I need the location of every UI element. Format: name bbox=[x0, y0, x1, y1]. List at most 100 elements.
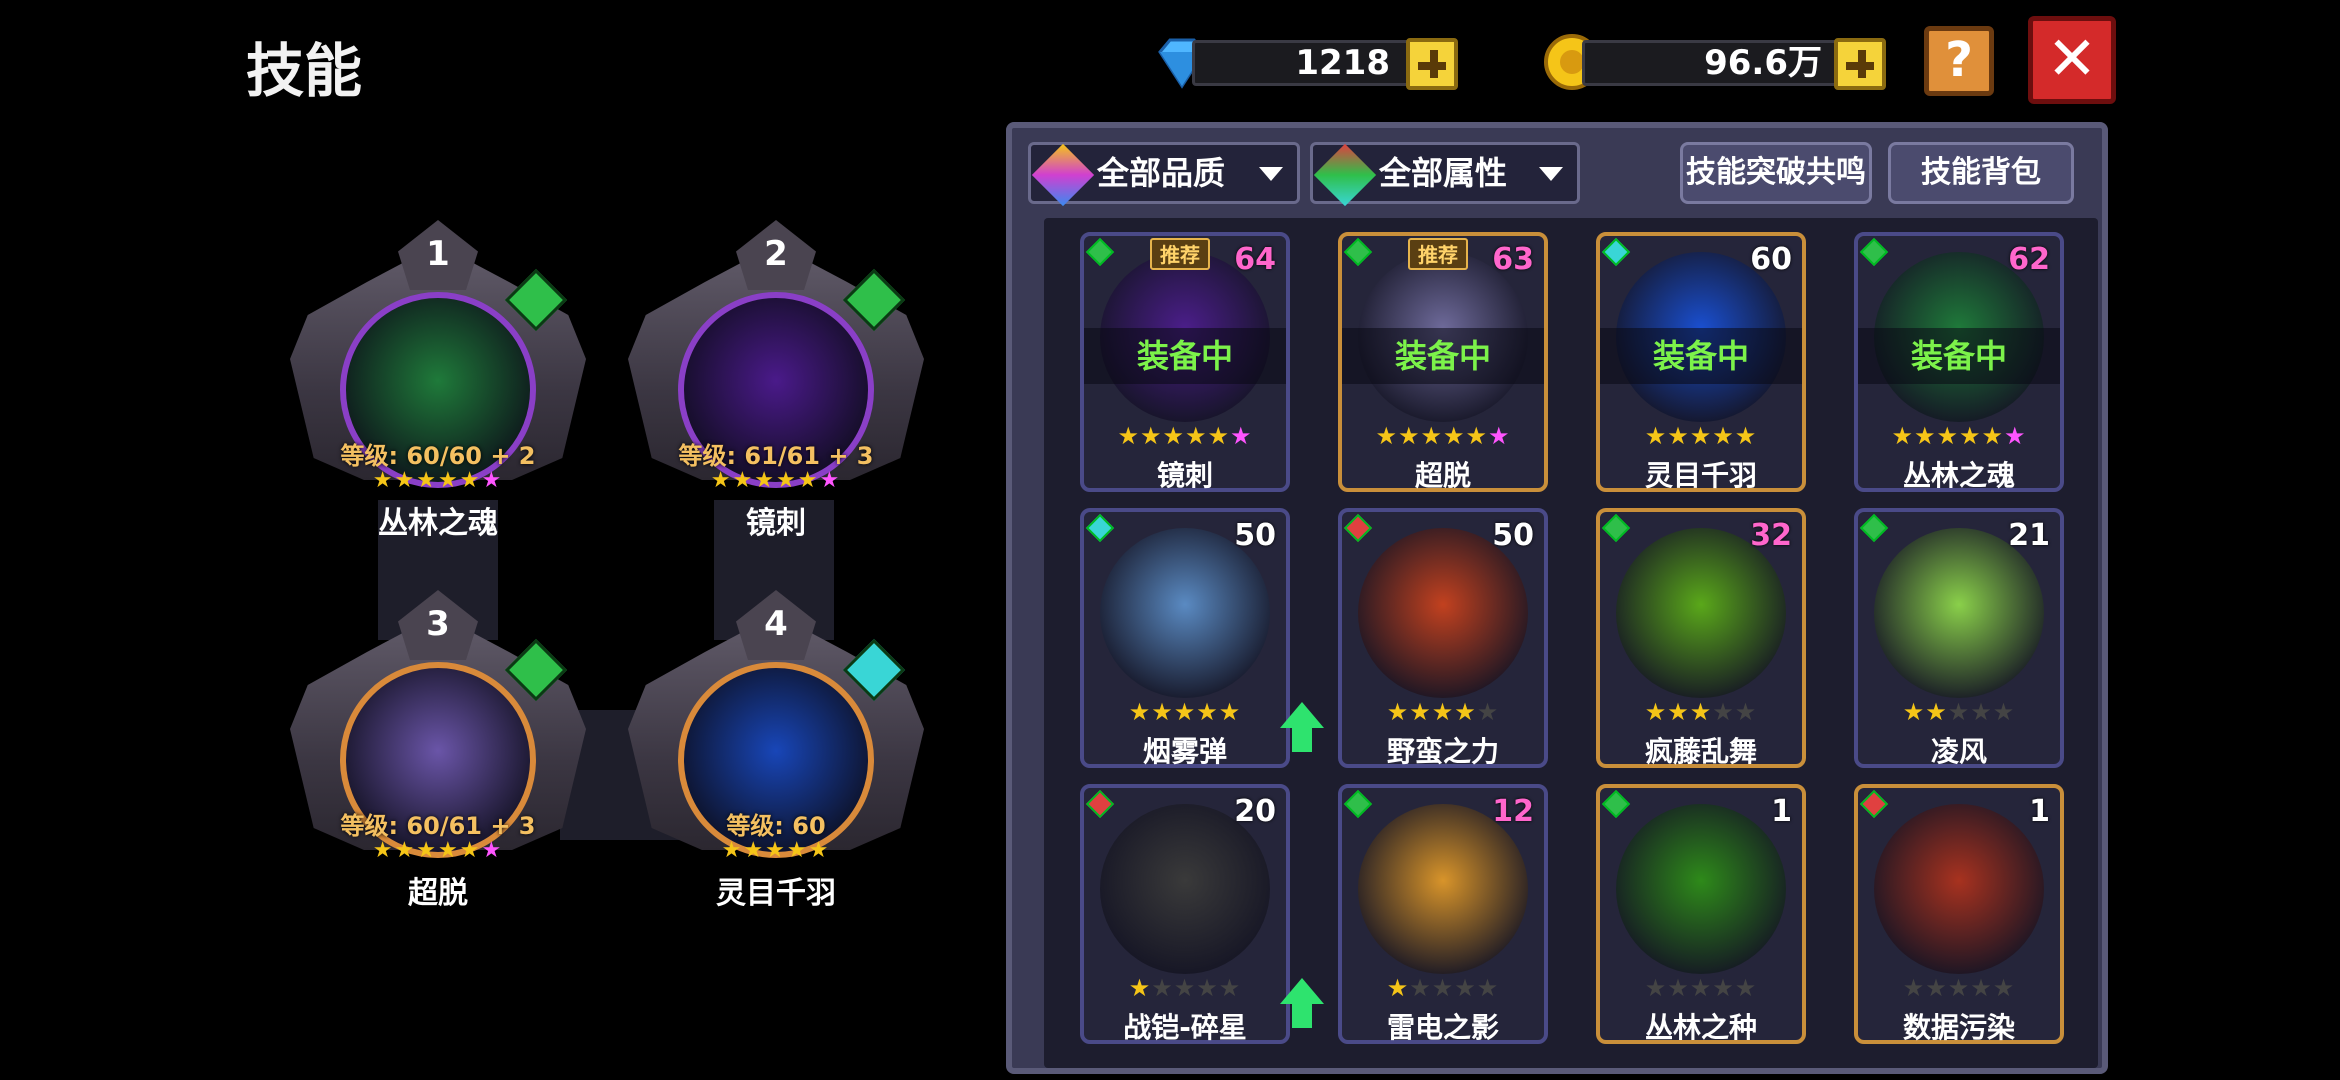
star-rating: ★★★★★ bbox=[1342, 698, 1544, 726]
star-icon: ★ bbox=[1162, 422, 1185, 450]
skill-art-icon bbox=[1100, 528, 1270, 698]
attribute-gem-icon bbox=[1085, 789, 1115, 819]
star-icon: ★ bbox=[1151, 698, 1174, 726]
star-icon: ★ bbox=[1454, 974, 1477, 1002]
skill-card[interactable]: 64 推荐 装备中 ★★★★★★ 镜刺 bbox=[1080, 232, 1290, 492]
attribute-gem-icon bbox=[1601, 237, 1631, 267]
upgrade-arrow-icon bbox=[1280, 702, 1324, 752]
attribute-filter-label: 全部属性 bbox=[1379, 154, 1508, 192]
star-rating: ★★★★★ bbox=[1600, 422, 1802, 450]
star-icon: ★ bbox=[416, 468, 438, 493]
attribute-gem-icon bbox=[1601, 513, 1631, 543]
star-icon: ★ bbox=[1689, 698, 1713, 726]
star-icon: ★ bbox=[481, 838, 504, 863]
star-icon: ★ bbox=[743, 838, 766, 863]
star-icon: ★ bbox=[459, 468, 482, 493]
star-icon: ★ bbox=[1936, 422, 1959, 450]
star-rating: ★★★★★★ bbox=[290, 838, 586, 863]
skill-bag-button[interactable]: 技能背包 bbox=[1888, 142, 2074, 204]
quality-filter-dropdown[interactable]: 全部品质 bbox=[1028, 142, 1300, 207]
close-button[interactable]: ✕ bbox=[2028, 16, 2116, 104]
star-icon: ★ bbox=[1476, 698, 1500, 726]
star-icon: ★ bbox=[1689, 422, 1713, 450]
skill-count: 62 bbox=[2008, 242, 2050, 277]
star-icon: ★ bbox=[1409, 698, 1432, 726]
attribute-gem-icon bbox=[1085, 237, 1115, 267]
star-icon: ★ bbox=[765, 838, 787, 863]
skill-name: 超脱 bbox=[408, 876, 468, 911]
skill-name: 战铠-碎星 bbox=[1123, 1011, 1247, 1044]
equipped-skill-slot[interactable]: 1 等级: 60/60 + 2 ★★★★★★ 丛林之魂 bbox=[290, 220, 586, 541]
star-icon: ★ bbox=[1891, 422, 1914, 450]
star-icon: ★ bbox=[416, 838, 438, 863]
skill-name: 超脱 bbox=[1414, 459, 1471, 492]
skill-name: 丛林之魂 bbox=[378, 506, 498, 541]
add-gems-button[interactable] bbox=[1406, 38, 1458, 90]
coin-amount: 96.6万 bbox=[1704, 43, 1822, 83]
star-icon: ★ bbox=[1667, 698, 1690, 726]
star-icon: ★ bbox=[1117, 422, 1140, 450]
attribute-gem-icon bbox=[1343, 789, 1373, 819]
quality-filter-label: 全部品质 bbox=[1097, 154, 1226, 192]
skill-name: 数据污染 bbox=[1902, 1011, 2015, 1044]
attribute-gem-icon bbox=[1343, 513, 1373, 543]
skill-name: 凌风 bbox=[1930, 735, 1987, 768]
skill-art-icon bbox=[1100, 804, 1270, 974]
equipped-skill-slot[interactable]: 4 等级: 60 ★★★★★ 灵目千羽 bbox=[628, 590, 924, 911]
star-icon: ★ bbox=[1386, 974, 1410, 1002]
gem-counter: 1218 bbox=[1152, 32, 1468, 92]
equipped-skill-slot[interactable]: 2 等级: 61/61 + 3 ★★★★★★ 镜刺 bbox=[628, 220, 924, 541]
skill-card[interactable]: 20 ★★★★★ 战铠-碎星 bbox=[1080, 784, 1290, 1044]
skill-card[interactable]: 62 装备中 ★★★★★★ 丛林之魂 bbox=[1854, 232, 2064, 492]
star-icon: ★ bbox=[1734, 422, 1758, 450]
skill-card[interactable]: 50 ★★★★★ 烟雾弹 bbox=[1080, 508, 1290, 768]
attribute-gem-icon bbox=[1085, 513, 1115, 543]
skill-card[interactable]: 60 装备中 ★★★★★ 灵目千羽 bbox=[1596, 232, 1806, 492]
star-icon: ★ bbox=[1734, 698, 1758, 726]
star-icon: ★ bbox=[786, 838, 809, 863]
star-icon: ★ bbox=[1207, 422, 1231, 450]
skill-card[interactable]: 32 ★★★★★ 疯藤乱舞 bbox=[1596, 508, 1806, 768]
skill-resonance-button[interactable]: 技能突破共鸣 bbox=[1680, 142, 1872, 204]
star-icon: ★ bbox=[1218, 974, 1242, 1002]
star-icon: ★ bbox=[1420, 422, 1443, 450]
star-icon: ★ bbox=[1488, 422, 1511, 450]
star-icon: ★ bbox=[1644, 698, 1668, 726]
attribute-gem-icon bbox=[1601, 789, 1631, 819]
star-icon: ★ bbox=[1397, 422, 1421, 450]
star-icon: ★ bbox=[1386, 698, 1410, 726]
star-icon: ★ bbox=[1947, 974, 1971, 1002]
star-icon: ★ bbox=[1992, 698, 2016, 726]
upgrade-arrow-icon bbox=[1280, 978, 1324, 1028]
star-rating: ★★★★★ bbox=[1084, 698, 1286, 726]
attribute-gem-icon bbox=[1859, 789, 1889, 819]
skill-card[interactable]: 1 ★★★★★ 数据污染 bbox=[1854, 784, 2064, 1044]
skill-count: 60 bbox=[1750, 242, 1792, 277]
skill-card[interactable]: 21 ★★★★★ 凌风 bbox=[1854, 508, 2064, 768]
attribute-filter-dropdown[interactable]: 全部属性 bbox=[1310, 142, 1580, 207]
skill-card[interactable]: 12 ★★★★★ 雷电之影 bbox=[1280, 784, 1548, 1044]
star-icon: ★ bbox=[372, 468, 395, 493]
skill-art-icon bbox=[1616, 528, 1786, 698]
star-icon: ★ bbox=[1712, 422, 1735, 450]
help-button[interactable]: ? bbox=[1924, 26, 1994, 96]
skill-card[interactable]: 63 推荐 装备中 ★★★★★★ 超脱 bbox=[1338, 232, 1548, 492]
star-rating: ★★★★★ bbox=[1600, 974, 1802, 1002]
star-icon: ★ bbox=[1667, 974, 1690, 1002]
star-icon: ★ bbox=[1409, 974, 1432, 1002]
star-icon: ★ bbox=[1667, 422, 1690, 450]
star-icon: ★ bbox=[1476, 974, 1500, 1002]
skill-level: 等级: 60/60 + 2 bbox=[340, 442, 536, 470]
skill-card[interactable]: 50 ★★★★★ 野蛮之力 bbox=[1280, 508, 1548, 768]
star-icon: ★ bbox=[394, 468, 417, 493]
add-coins-button[interactable] bbox=[1834, 38, 1886, 90]
skill-count: 64 bbox=[1234, 242, 1276, 277]
equipped-skill-slot[interactable]: 3 等级: 60/61 + 3 ★★★★★★ 超脱 bbox=[290, 590, 586, 911]
skill-name: 镜刺 bbox=[1156, 459, 1213, 492]
star-icon: ★ bbox=[1992, 974, 2016, 1002]
skill-card[interactable]: 1 ★★★★★ 丛林之种 bbox=[1596, 784, 1806, 1044]
star-icon: ★ bbox=[1925, 974, 1948, 1002]
coin-counter: 96.6万 bbox=[1542, 32, 1898, 92]
slot-number: 1 bbox=[426, 234, 450, 274]
star-icon: ★ bbox=[1128, 974, 1152, 1002]
